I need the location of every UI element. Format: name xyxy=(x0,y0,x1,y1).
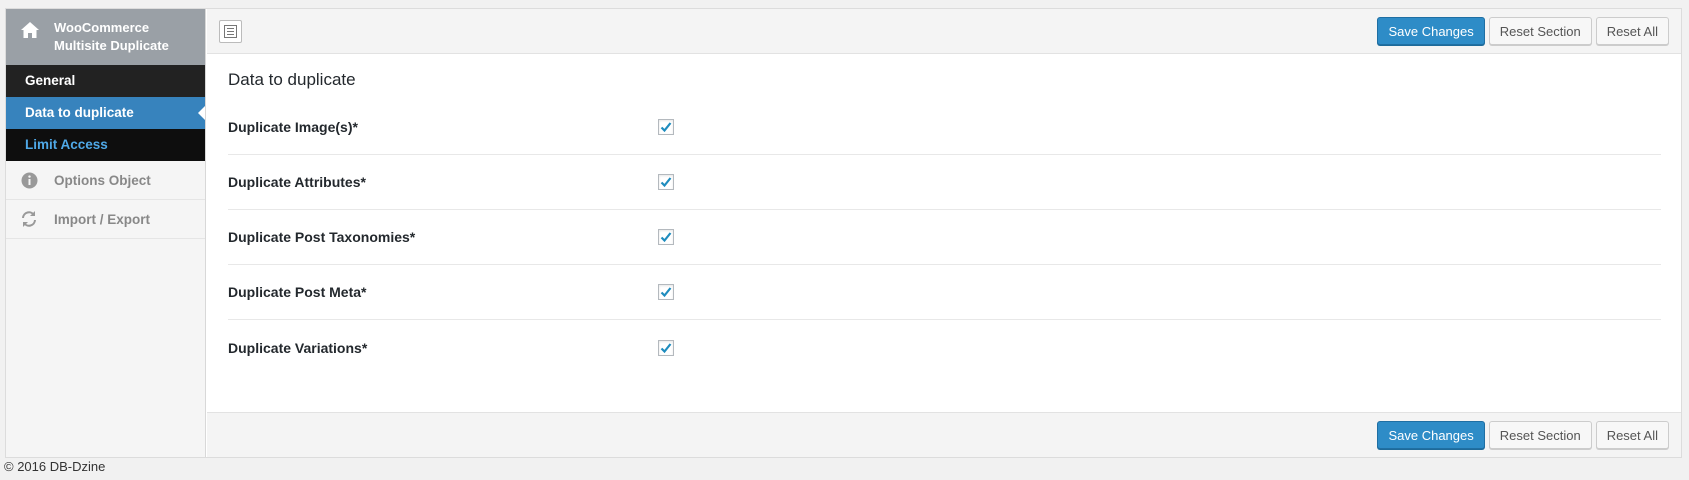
duplicate-images-checkbox[interactable] xyxy=(658,119,674,135)
field-label: Duplicate Image(s)* xyxy=(228,119,358,135)
reset-all-button[interactable]: Reset All xyxy=(1595,421,1669,449)
home-icon xyxy=(21,22,39,38)
submenu-item-data-to-duplicate[interactable]: Data to duplicate xyxy=(6,97,205,129)
reset-section-button[interactable]: Reset Section xyxy=(1488,421,1592,449)
checkmark-icon xyxy=(660,232,672,243)
footer-copyright: © 2016 DB-Dzine xyxy=(4,459,106,474)
checkmark-icon xyxy=(660,342,672,353)
settings-row: Duplicate Post Taxonomies* xyxy=(228,210,1661,265)
submenu-item-general[interactable]: General xyxy=(6,65,205,97)
brand-title: WooCommerce Multisite Duplicate xyxy=(54,20,169,53)
duplicate-attributes-checkbox[interactable] xyxy=(658,174,674,190)
sidebar-item-import-export[interactable]: Import / Export xyxy=(6,200,205,239)
main-panel: Save Changes Reset Section Reset All Dat… xyxy=(207,9,1681,457)
checkmark-icon xyxy=(660,122,672,133)
reset-all-button[interactable]: Reset All xyxy=(1595,17,1669,45)
reset-section-button[interactable]: Reset Section xyxy=(1488,17,1592,45)
duplicate-post-meta-checkbox[interactable] xyxy=(658,284,674,300)
sidebar-item-label: Options Object xyxy=(54,172,151,188)
sidebar-item-label: Import / Export xyxy=(54,211,151,227)
save-changes-button[interactable]: Save Changes xyxy=(1377,421,1485,449)
bottom-toolbar: Save Changes Reset Section Reset All xyxy=(207,412,1681,457)
field-label: Duplicate Variations* xyxy=(228,339,368,356)
field-label: Duplicate Post Meta* xyxy=(228,284,367,300)
top-toolbar: Save Changes Reset Section Reset All xyxy=(207,9,1681,54)
submenu: General Data to duplicate Limit Access xyxy=(6,65,205,161)
expand-icon xyxy=(224,25,237,38)
settings-content: Data to duplicate Duplicate Image(s)* Du… xyxy=(207,70,1681,375)
expand-toggle-button[interactable] xyxy=(219,20,242,43)
checkmark-icon xyxy=(660,177,672,188)
options-panel: WooCommerce Multisite Duplicate General … xyxy=(5,8,1682,458)
duplicate-post-taxonomies-checkbox[interactable] xyxy=(658,229,674,245)
save-changes-button[interactable]: Save Changes xyxy=(1377,17,1485,45)
refresh-icon xyxy=(19,209,39,229)
info-icon xyxy=(19,170,39,190)
sidebar-item-options-object[interactable]: Options Object xyxy=(6,161,205,200)
settings-row: Duplicate Image(s)* xyxy=(228,100,1661,155)
duplicate-variations-checkbox[interactable] xyxy=(658,339,674,356)
settings-row: Duplicate Attributes* xyxy=(228,155,1661,210)
sidebar-brand[interactable]: WooCommerce Multisite Duplicate xyxy=(6,9,205,65)
checkmark-icon xyxy=(660,287,672,298)
section-title: Data to duplicate xyxy=(228,70,356,89)
settings-row: Duplicate Post Meta* xyxy=(228,265,1661,320)
field-label: Duplicate Post Taxonomies* xyxy=(228,229,416,245)
sidebar: WooCommerce Multisite Duplicate General … xyxy=(6,9,206,457)
submenu-item-limit-access[interactable]: Limit Access xyxy=(6,129,205,161)
field-label: Duplicate Attributes* xyxy=(228,174,366,190)
settings-row: Duplicate Variations* xyxy=(228,320,1661,375)
